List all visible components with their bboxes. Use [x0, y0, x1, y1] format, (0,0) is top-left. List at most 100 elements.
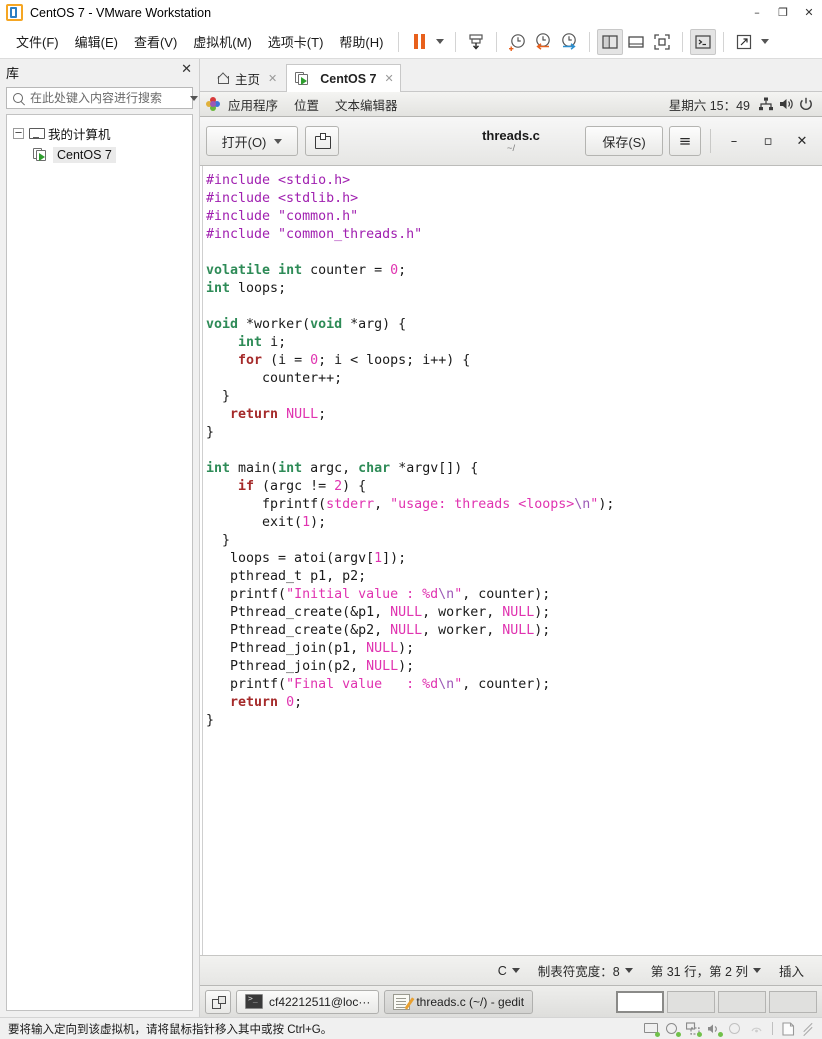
network-icon[interactable]	[756, 94, 776, 114]
separator	[772, 1022, 773, 1035]
vm-tab-strip: 主页 ✕ CentOS 7 ✕	[200, 59, 822, 92]
workspace-3[interactable]	[718, 990, 766, 1013]
save-button[interactable]: 保存(S)	[585, 126, 663, 156]
toolbar-separator	[682, 31, 684, 52]
menu-help[interactable]: 帮助(H)	[331, 29, 391, 54]
document-title: threads.c	[482, 127, 540, 143]
show-desktop-button[interactable]	[205, 989, 231, 1014]
tree-item-my-computer[interactable]: ─ 我的计算机	[7, 123, 192, 144]
home-icon	[217, 72, 230, 84]
volume-icon[interactable]	[776, 94, 796, 114]
menu-and-toolbar: 文件(F) 编辑(E) 查看(V) 虚拟机(M) 选项卡(T) 帮助(H)	[0, 25, 822, 59]
tree-item-centos7[interactable]: CentOS 7	[7, 144, 192, 165]
taskbar-item-label: cf42212511@loc···	[269, 994, 371, 1009]
gedit-minimize-button[interactable]: –	[720, 127, 748, 155]
maximize-button[interactable]: ❐	[770, 0, 796, 25]
library-title: 库	[6, 65, 20, 81]
language-selector[interactable]: C	[498, 964, 520, 978]
tree-item-label: 我的计算机	[48, 128, 111, 142]
power-icon[interactable]	[796, 94, 816, 114]
editor-scroll-region[interactable]: #include <stdio.h> #include <stdlib.h> #…	[203, 166, 822, 955]
source-code[interactable]: #include <stdio.h> #include <stdlib.h> #…	[206, 172, 822, 730]
gnome-places-menu[interactable]: 位置	[286, 95, 327, 114]
resize-grip[interactable]	[802, 1023, 814, 1035]
library-search-row[interactable]	[6, 87, 198, 109]
search-input[interactable]	[26, 90, 187, 106]
library-header: 库 ✕	[0, 59, 199, 85]
tab-centos7[interactable]: CentOS 7 ✕	[286, 64, 401, 92]
menu-file[interactable]: 文件(F)	[8, 29, 67, 54]
gnome-clock[interactable]: 星期六 15：49	[669, 95, 756, 114]
suspend-icon[interactable]	[406, 29, 432, 55]
workspace-2[interactable]	[667, 990, 715, 1013]
open-button[interactable]: 打开(O)	[206, 126, 298, 156]
new-document-button[interactable]	[305, 126, 339, 156]
tab-close-icon[interactable]: ✕	[385, 72, 394, 85]
tab-home[interactable]: 主页 ✕	[208, 64, 284, 91]
menu-edit[interactable]: 编辑(E)	[67, 29, 126, 54]
unity-dropdown-icon[interactable]	[757, 29, 773, 55]
tab-label: CentOS 7	[320, 71, 377, 86]
close-button[interactable]: ✕	[796, 0, 822, 25]
taskbar-item-terminal[interactable]: cf42212511@loc···	[236, 989, 380, 1014]
fullscreen-icon[interactable]	[649, 29, 675, 55]
gedit-status-bar: C 制表符宽度：8 第 31 行，第 2 列 插入	[200, 955, 822, 985]
taskbar-item-gedit[interactable]: threads.c (~/) - gedit	[384, 989, 534, 1014]
gedit-header-bar: 打开(O) threads.c ~/ 保存(S) ≡ – ▫ ✕	[200, 117, 822, 166]
hard-disk-status-icon[interactable]	[644, 1022, 660, 1037]
workspace-1[interactable]	[616, 990, 664, 1013]
gnome-taskbar: cf42212511@loc··· threads.c (~/) - gedit	[200, 985, 822, 1017]
workspace-4[interactable]	[769, 990, 817, 1013]
snapshot-manager-icon[interactable]	[556, 29, 582, 55]
cursor-position[interactable]: 第 31 行，第 2 列	[651, 961, 761, 980]
chevron-down-icon[interactable]	[187, 95, 201, 101]
minimize-button[interactable]: –	[744, 0, 770, 25]
vmware-logo-icon	[6, 4, 23, 21]
menu-view[interactable]: 查看(V)	[126, 29, 185, 54]
message-log-icon[interactable]	[781, 1021, 796, 1036]
gnome-applications-menu[interactable]: 应用程序	[220, 95, 286, 114]
menu-tabs[interactable]: 选项卡(T)	[260, 29, 332, 54]
vm-display-area: 主页 ✕ CentOS 7 ✕ 应用程序 位置 文本编辑器 星期六 15：49 …	[200, 59, 822, 1017]
menu-vm[interactable]: 虚拟机(M)	[185, 29, 260, 54]
unity-expand-icon[interactable]	[731, 29, 757, 55]
insert-mode-label: 插入	[778, 965, 804, 979]
tab-width-label: 制表符宽度：8	[537, 965, 620, 979]
gedit-window: 打开(O) threads.c ~/ 保存(S) ≡ – ▫ ✕ #includ…	[200, 117, 822, 985]
sound-status-icon[interactable]	[707, 1022, 723, 1037]
toolbar-separator	[589, 31, 591, 52]
tab-width-selector[interactable]: 制表符宽度：8	[538, 961, 633, 980]
tab-close-icon[interactable]: ✕	[268, 72, 277, 85]
collapse-icon[interactable]: ─	[13, 128, 24, 139]
usb-status-icon[interactable]	[749, 1022, 764, 1036]
vmware-status-bar: 要将输入定向到该虚拟机，请将鼠标指针移入其中或按 Ctrl+G。	[0, 1017, 822, 1039]
revert-snapshot-icon[interactable]	[530, 29, 556, 55]
chevron-down-icon	[752, 968, 761, 973]
network-status-icon[interactable]	[685, 1021, 702, 1037]
library-sidebar: 库 ✕ ─ 我的计算机 CentOS 7	[0, 59, 200, 1017]
show-desktop-icon	[211, 995, 226, 1009]
show-library-icon[interactable]	[597, 28, 624, 55]
library-tree: ─ 我的计算机 CentOS 7	[6, 114, 193, 1011]
snapshot-icon[interactable]	[463, 29, 489, 55]
gnome-active-app-menu[interactable]: 文本编辑器	[327, 95, 406, 114]
hamburger-menu-icon[interactable]: ≡	[669, 126, 701, 156]
terminal-icon	[245, 994, 263, 1009]
title-bar: CentOS 7 - VMware Workstation – ❐ ✕	[0, 0, 822, 25]
take-snapshot-icon[interactable]	[504, 29, 530, 55]
chevron-down-icon	[274, 138, 283, 144]
close-icon[interactable]: ✕	[181, 63, 192, 76]
window-title: CentOS 7 - VMware Workstation	[30, 5, 212, 20]
cdrom-status-icon[interactable]	[665, 1022, 681, 1037]
printer-status-icon[interactable]	[728, 1022, 743, 1036]
code-editor-area[interactable]: #include <stdio.h> #include <stdlib.h> #…	[200, 166, 822, 955]
tab-label: 主页	[235, 72, 261, 87]
vm-icon	[33, 148, 48, 161]
gedit-close-button[interactable]: ✕	[788, 127, 816, 155]
show-console-view-icon[interactable]	[623, 29, 649, 55]
power-dropdown-icon[interactable]	[432, 29, 448, 55]
vm-icon	[295, 72, 315, 85]
gedit-maximize-button[interactable]: ▫	[754, 127, 782, 155]
open-button-label: 打开(O)	[221, 134, 267, 150]
console-terminal-icon[interactable]	[690, 28, 717, 55]
